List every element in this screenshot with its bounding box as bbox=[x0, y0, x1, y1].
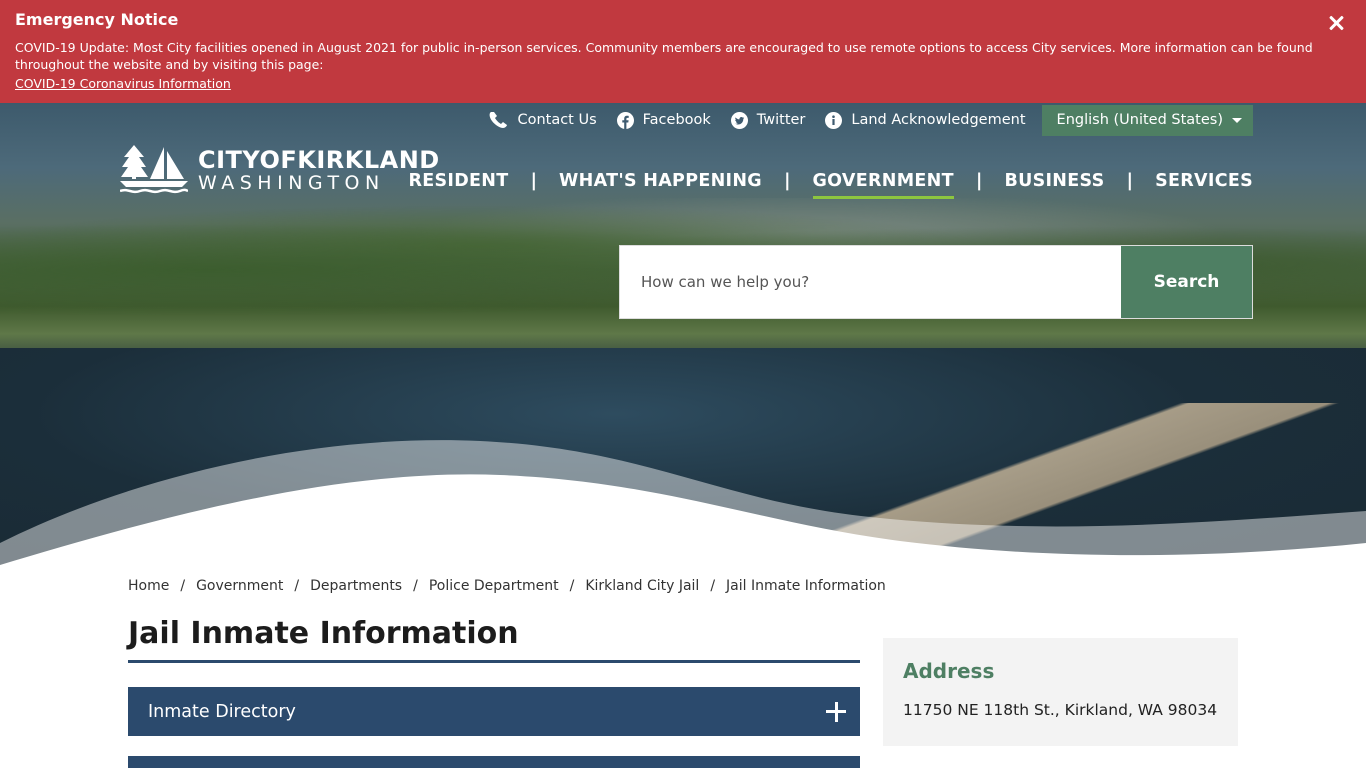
facebook-icon bbox=[616, 111, 634, 129]
logo-text: CITYOFKIRKLAND WASHINGTON bbox=[198, 147, 440, 193]
breadcrumb-home[interactable]: Home bbox=[128, 578, 169, 594]
breadcrumb-kirkland-city-jail[interactable]: Kirkland City Jail bbox=[585, 578, 699, 594]
nav-whats-happening[interactable]: WHAT'S HAPPENING bbox=[559, 171, 762, 199]
breadcrumb-separator: / bbox=[294, 578, 300, 594]
accordion-label: Inmate Directory bbox=[148, 701, 296, 722]
twitter-icon bbox=[730, 111, 748, 129]
nav-separator: | bbox=[783, 170, 791, 191]
twitter-link[interactable]: Twitter bbox=[730, 111, 806, 129]
phone-icon bbox=[490, 112, 508, 128]
nav-government[interactable]: GOVERNMENT bbox=[812, 171, 955, 199]
contact-us-label: Contact Us bbox=[517, 112, 597, 128]
breadcrumb-police-department[interactable]: Police Department bbox=[429, 578, 559, 594]
accordion-next[interactable] bbox=[128, 756, 860, 768]
emergency-banner: Emergency Notice COVID-19 Update: Most C… bbox=[0, 0, 1366, 103]
nav-separator: | bbox=[975, 170, 983, 191]
breadcrumb-departments[interactable]: Departments bbox=[310, 578, 402, 594]
covid-info-link[interactable]: COVID-19 Coronavirus Information bbox=[15, 75, 231, 92]
land-acknowledgement-link[interactable]: Land Acknowledgement bbox=[825, 111, 1026, 129]
info-icon bbox=[825, 111, 843, 129]
breadcrumb-separator: / bbox=[710, 578, 716, 594]
contact-us-link[interactable]: Contact Us bbox=[488, 111, 597, 129]
facebook-link[interactable]: Facebook bbox=[616, 111, 711, 129]
page-title: Jail Inmate Information bbox=[128, 616, 860, 663]
kirkland-logo-icon bbox=[120, 145, 188, 194]
search-bar: Search bbox=[619, 245, 1253, 319]
close-icon[interactable] bbox=[1326, 13, 1346, 33]
address-panel: Address 11750 NE 118th St., Kirkland, WA… bbox=[883, 638, 1238, 746]
nav-separator: | bbox=[1126, 170, 1134, 191]
breadcrumb-current: Jail Inmate Information bbox=[726, 578, 886, 594]
logo-line-1: CITYOFKIRKLAND bbox=[198, 146, 440, 174]
breadcrumb-separator: / bbox=[413, 578, 418, 594]
search-input[interactable] bbox=[620, 246, 1121, 318]
twitter-label: Twitter bbox=[756, 112, 806, 128]
breadcrumb-separator: / bbox=[180, 578, 186, 594]
language-select[interactable]: English (United States) bbox=[1041, 104, 1253, 136]
nav-services[interactable]: SERVICES bbox=[1155, 171, 1253, 199]
nav-separator: | bbox=[530, 170, 538, 191]
breadcrumb-government[interactable]: Government bbox=[196, 578, 283, 594]
address-text: 11750 NE 118th St., Kirkland, WA 98034 bbox=[903, 701, 1218, 719]
breadcrumb-separator: / bbox=[569, 578, 575, 594]
facebook-label: Facebook bbox=[642, 112, 711, 128]
accordion-inmate-directory[interactable]: Inmate Directory bbox=[128, 687, 860, 736]
main-nav: RESIDENT | WHAT'S HAPPENING | GOVERNMENT… bbox=[408, 170, 1253, 199]
alert-text: COVID-19 Update: Most City facilities op… bbox=[15, 40, 1313, 72]
nav-resident[interactable]: RESIDENT bbox=[408, 171, 508, 199]
nav-business[interactable]: BUSINESS bbox=[1004, 171, 1104, 199]
alert-title: Emergency Notice bbox=[15, 10, 179, 29]
search-button[interactable]: Search bbox=[1121, 246, 1252, 318]
city-logo[interactable]: CITYOFKIRKLAND WASHINGTON bbox=[120, 143, 440, 197]
address-heading: Address bbox=[903, 659, 995, 683]
land-acknowledgement-label: Land Acknowledgement bbox=[851, 112, 1026, 128]
breadcrumb: Home / Government / Departments / Police… bbox=[128, 578, 886, 594]
plus-icon bbox=[826, 701, 846, 722]
utility-nav: Contact Us Facebook Twitter Land Acknowl… bbox=[468, 104, 1253, 136]
logo-line-2: WASHINGTON bbox=[198, 172, 385, 194]
